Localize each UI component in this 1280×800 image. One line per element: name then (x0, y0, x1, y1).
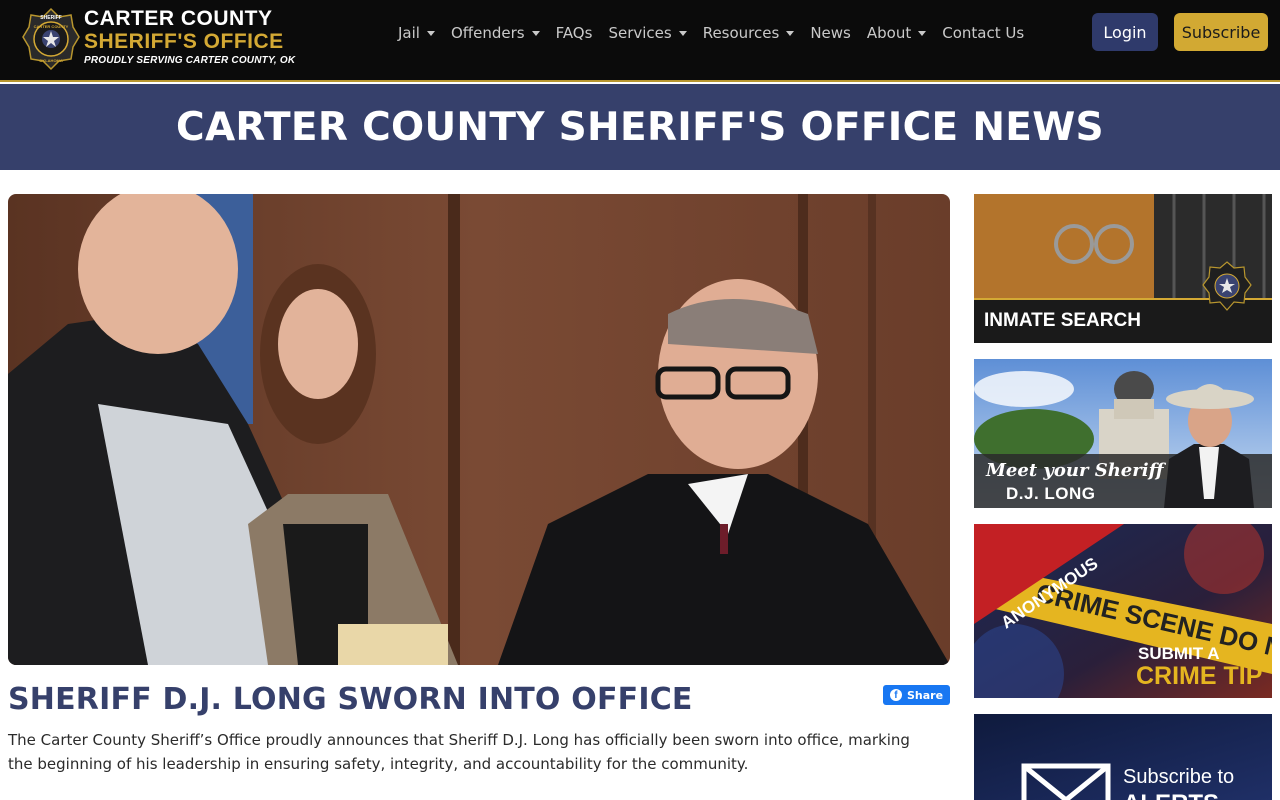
chevron-down-icon (918, 30, 927, 36)
crime-tip-line1: SUBMIT A (1138, 644, 1220, 663)
svg-text:SHERIFF: SHERIFF (40, 15, 61, 21)
nav-label: FAQs (555, 24, 593, 42)
swearing-in-photo (8, 194, 950, 665)
chevron-down-icon (678, 30, 687, 36)
svg-text:CARTER COUNTY: CARTER COUNTY (34, 24, 69, 29)
crime-tip-card[interactable]: CRIME SCENE DO NOT ENTER ANONYMOUS SUBMI… (974, 524, 1272, 698)
article-hero-image[interactable] (8, 194, 950, 665)
nav-label: Contact Us (942, 24, 1025, 42)
nav-item-offenders[interactable]: Offenders (451, 22, 540, 44)
inmate-search-label: INMATE SEARCH (984, 310, 1141, 331)
nav-label: News (810, 24, 851, 42)
nav-item-faqs[interactable]: FAQs (556, 22, 593, 44)
chevron-down-icon (786, 30, 795, 36)
nav-item-about[interactable]: About (866, 22, 927, 44)
subscribe-alerts-line2: ALERTS (1123, 790, 1219, 800)
nav-label: Offenders (450, 24, 525, 42)
nav-item-contact[interactable]: Contact Us (942, 22, 1024, 44)
nav-label: Jail (398, 24, 420, 42)
facebook-icon: f (889, 689, 902, 701)
nav-item-news[interactable]: News (810, 22, 851, 44)
subscribe-alerts-card[interactable]: Subscribe to ALERTS (974, 714, 1272, 800)
nav-label: Services (608, 24, 672, 42)
facebook-share-button[interactable]: f Share (883, 685, 950, 705)
login-button[interactable]: Login (1092, 13, 1158, 51)
page-title: CARTER COUNTY SHERIFF'S OFFICE NEWS (176, 104, 1104, 150)
article-summary: The Carter County Sheriff’s Office proud… (8, 731, 910, 773)
nav-item-resources[interactable]: Resources (703, 22, 795, 44)
subscribe-alerts-line1: Subscribe to (1123, 766, 1235, 788)
site-header: SHERIFF CARTER COUNTY OKLAHOMA CARTER CO… (0, 0, 1280, 82)
share-label: Share (906, 688, 944, 702)
nav-label: About (866, 24, 912, 42)
meet-sheriff-label: Meet your Sheriff (986, 460, 1164, 481)
chevron-down-icon (531, 30, 540, 36)
page-banner: CARTER COUNTY SHERIFF'S OFFICE NEWS (0, 84, 1280, 170)
crime-tip-line2: CRIME TIP (1136, 662, 1263, 690)
logo-title: CARTER COUNTY (84, 7, 273, 30)
chevron-down-icon (426, 30, 435, 36)
article-title[interactable]: SHERIFF D.J. LONG SWORN INTO OFFICE (8, 682, 693, 717)
subscribe-button[interactable]: Subscribe (1174, 13, 1268, 51)
nav-item-services[interactable]: Services (608, 22, 687, 44)
site-logo-text[interactable]: CARTER COUNTY SHERIFF'S OFFICE PROUDLY S… (84, 8, 295, 68)
inmate-search-card[interactable]: INMATE SEARCH (974, 194, 1272, 343)
nav-item-jail[interactable]: Jail (398, 22, 435, 44)
logo-tagline: PROUDLY SERVING CARTER COUNTY, OK (84, 55, 296, 66)
main-nav: Jail Offenders FAQs Services Resources N… (398, 22, 1040, 44)
logo-subtitle: SHERIFF'S OFFICE (84, 30, 284, 53)
meet-sheriff-card[interactable]: Meet your Sheriff D.J. LONG (974, 359, 1272, 508)
sheriff-name-label: D.J. LONG (1006, 484, 1096, 503)
sheriff-badge-logo[interactable]: SHERIFF CARTER COUNTY OKLAHOMA (21, 7, 81, 73)
nav-label: Resources (702, 24, 780, 42)
svg-text:OKLAHOMA: OKLAHOMA (39, 58, 63, 63)
